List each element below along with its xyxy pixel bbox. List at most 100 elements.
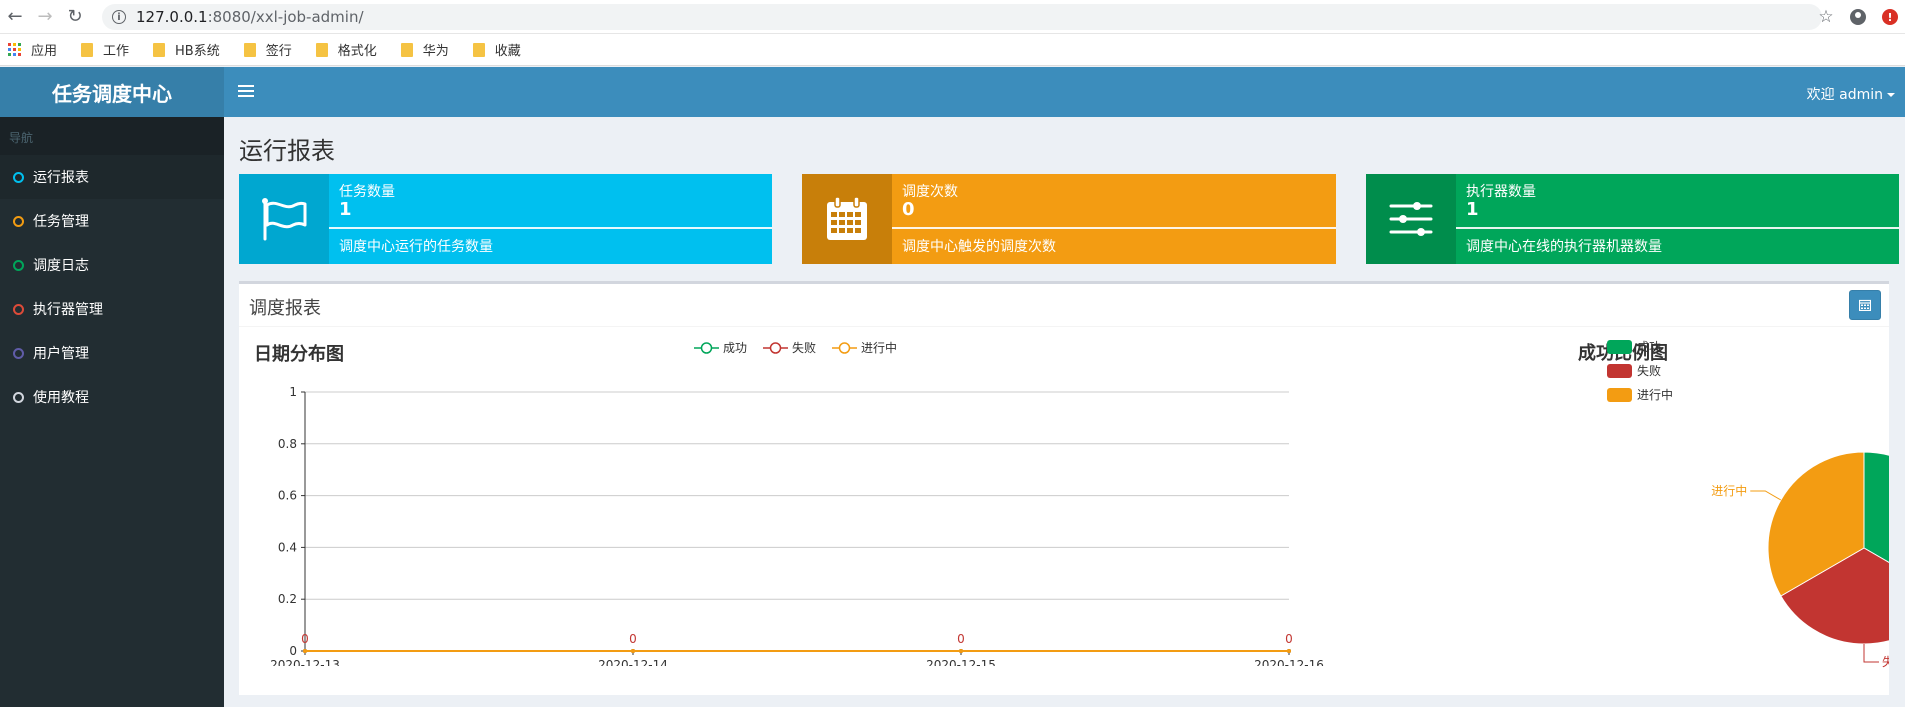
bookmark-label: 格式化 <box>337 44 377 59</box>
progress-bar <box>1456 227 1899 229</box>
bookmark-apps[interactable]: 应用 <box>8 40 57 59</box>
bookmark-label: 华为 <box>422 44 449 59</box>
circle-icon <box>13 215 24 227</box>
forward-icon[interactable]: → <box>30 2 60 32</box>
bookmarks-bar: 应用 工作 HB系统 签行 格式化 华为 收藏 <box>0 34 1905 66</box>
legend-marker <box>700 342 713 354</box>
info-box-number: 0 <box>902 199 915 220</box>
slice-label: 失败 <box>1882 654 1889 669</box>
data-label: 0 <box>629 632 637 646</box>
welcome-text: 欢迎 admin <box>1806 87 1883 103</box>
y-tick-label: 0.8 <box>278 437 297 451</box>
circle-icon <box>13 259 24 271</box>
folder-icon <box>81 42 94 57</box>
sidebar: 导航 运行报表 任务管理 调度日志 执行器管理 用户管理 使用教程 <box>0 117 224 707</box>
legend-swatch <box>1607 388 1632 402</box>
x-tick-label: 2020-12-16 <box>1254 658 1324 666</box>
info-box-number: 1 <box>339 199 352 220</box>
circle-icon <box>13 303 24 315</box>
info-box-jobs: 任务数量 1 调度中心运行的任务数量 <box>239 174 772 264</box>
legend-item[interactable]: 失败 <box>1607 363 1661 378</box>
report-panel: 调度报表 日期分布图 成功 失败 进行中 0 0.2 0.4 0.6 0.8 1 2020-12-… <box>239 281 1889 695</box>
data-label: 0 <box>301 632 309 646</box>
menu-toggle-icon[interactable] <box>238 81 254 101</box>
folder-icon <box>243 42 256 57</box>
legend-item[interactable]: 成功 <box>1607 340 1661 354</box>
browser-toolbar: ← → ↻ i 127.0.0.1:8080/xxl-job-admin/ ☆ … <box>0 0 1905 34</box>
legend-item[interactable]: 成功 <box>694 341 747 355</box>
apps-grid-icon <box>8 43 21 56</box>
y-tick-label: 0.6 <box>278 489 297 503</box>
sidebar-item-label: 执行器管理 <box>33 302 103 318</box>
legend-label: 进行中 <box>861 340 897 355</box>
reload-icon[interactable]: ↻ <box>60 2 90 32</box>
calendar-icon <box>1859 299 1871 311</box>
legend-item[interactable]: 失败 <box>763 340 816 355</box>
legend-swatch <box>1607 364 1632 378</box>
info-box-executors: 执行器数量 1 调度中心在线的执行器机器数量 <box>1366 174 1899 264</box>
sidebar-item-label: 任务管理 <box>33 214 89 230</box>
bookmark-folder[interactable]: 收藏 <box>467 40 521 59</box>
sidebar-header: 导航 <box>0 117 224 155</box>
info-icon[interactable]: i <box>112 10 126 24</box>
bookmark-folder[interactable]: 格式化 <box>310 40 377 59</box>
circle-icon <box>13 391 24 403</box>
leader-line <box>1863 644 1879 663</box>
y-tick-label: 1 <box>289 385 297 399</box>
legend-item[interactable]: 进行中 <box>832 340 897 355</box>
app-logo[interactable]: 任务调度中心 <box>0 67 224 117</box>
info-box-description: 调度中心运行的任务数量 <box>339 239 493 255</box>
back-icon[interactable]: ← <box>0 2 30 32</box>
date-filter-button[interactable] <box>1849 290 1881 320</box>
flag-icon <box>262 198 307 241</box>
sidebar-item-label: 运行报表 <box>33 170 89 186</box>
legend-label: 成功 <box>1637 340 1661 354</box>
star-icon[interactable]: ☆ <box>1815 6 1837 28</box>
data-point[interactable] <box>303 649 307 653</box>
sidebar-item-jobs[interactable]: 任务管理 <box>0 199 224 243</box>
sliders-icon <box>1389 202 1433 236</box>
bookmark-folder[interactable]: 华为 <box>395 40 449 59</box>
data-point[interactable] <box>631 649 635 653</box>
calendar-icon <box>827 196 867 240</box>
bookmark-label: 签行 <box>265 44 292 59</box>
sidebar-item-label: 用户管理 <box>33 346 89 362</box>
info-box-content: 调度次数 0 调度中心触发的调度次数 <box>892 174 1336 264</box>
x-tick-label: 2020-12-15 <box>926 658 996 666</box>
info-box-label: 执行器数量 <box>1466 184 1536 200</box>
data-point[interactable] <box>1287 649 1291 653</box>
top-navbar: 欢迎 admin <box>224 67 1905 117</box>
progress-bar <box>329 227 772 229</box>
data-point[interactable] <box>959 649 963 653</box>
url-host: 127.0.0.1 <box>136 8 208 26</box>
user-menu[interactable]: 欢迎 admin <box>1807 84 1895 104</box>
circle-icon <box>13 171 24 183</box>
progress-bar <box>892 227 1336 229</box>
info-box-description: 调度中心触发的调度次数 <box>902 239 1056 255</box>
info-box-label: 调度次数 <box>902 184 958 200</box>
profile-button[interactable] <box>1847 6 1869 28</box>
sidebar-item-help[interactable]: 使用教程 <box>0 375 224 419</box>
info-box-icon-area <box>239 174 329 264</box>
folder-icon <box>315 42 328 57</box>
sidebar-item-label: 使用教程 <box>33 390 89 406</box>
sidebar-item-logs[interactable]: 调度日志 <box>0 243 224 287</box>
account-icon <box>1850 9 1866 25</box>
sidebar-item-executors[interactable]: 执行器管理 <box>0 287 224 331</box>
folder-icon <box>153 42 166 57</box>
data-label: 0 <box>1285 632 1293 646</box>
legend-item[interactable]: 进行中 <box>1607 387 1673 402</box>
bookmark-folder[interactable]: 工作 <box>75 40 129 59</box>
legend-marker <box>838 342 851 354</box>
bookmark-folder[interactable]: HB系统 <box>147 40 220 59</box>
sidebar-item-report[interactable]: 运行报表 <box>0 155 224 199</box>
update-button[interactable]: ! <box>1879 6 1901 28</box>
info-box-triggers: 调度次数 0 调度中心触发的调度次数 <box>802 174 1336 264</box>
bookmark-folder[interactable]: 签行 <box>238 40 292 59</box>
leader-line <box>1750 490 1782 501</box>
info-box-icon-area <box>1366 174 1456 264</box>
x-tick-label: 2020-12-14 <box>598 658 668 666</box>
sidebar-item-users[interactable]: 用户管理 <box>0 331 224 375</box>
address-bar[interactable]: i 127.0.0.1:8080/xxl-job-admin/ <box>102 4 1822 30</box>
legend-label: 失败 <box>1637 363 1661 378</box>
